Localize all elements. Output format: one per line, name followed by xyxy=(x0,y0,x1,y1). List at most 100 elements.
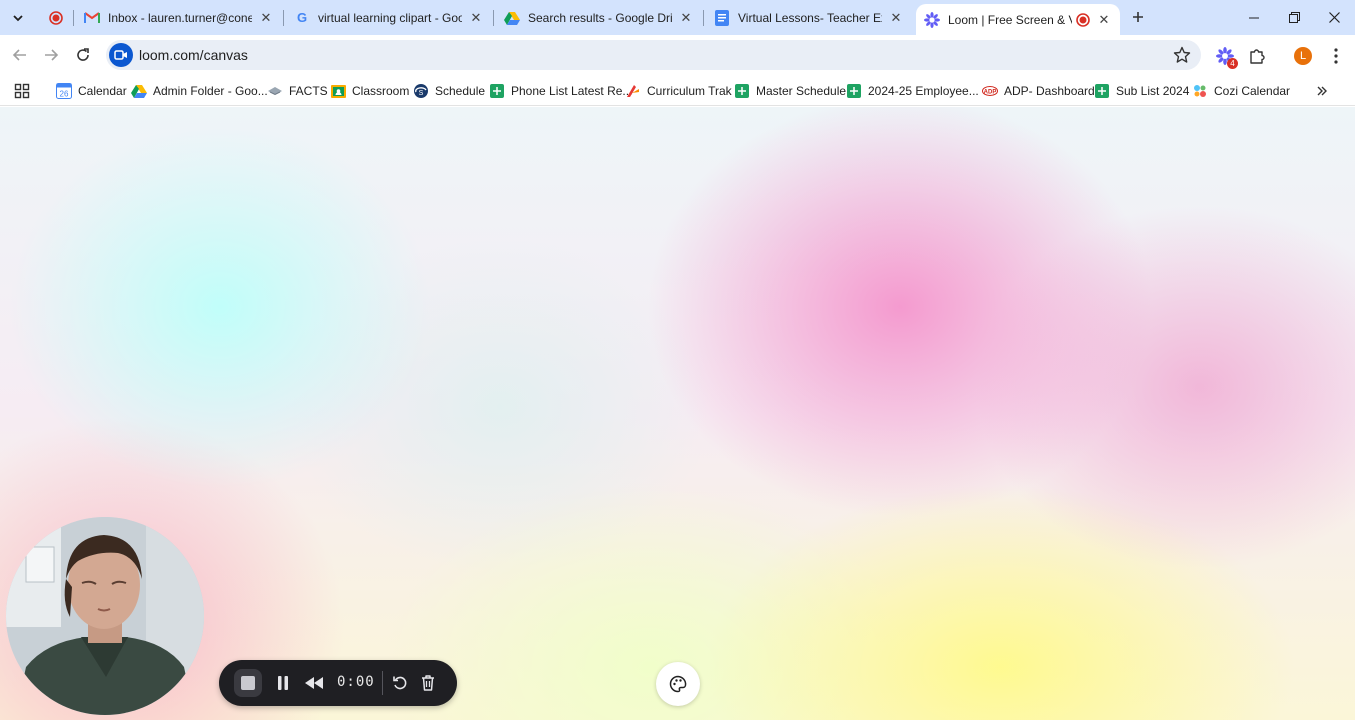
tab-google-drive[interactable]: Search results - Google Drive ✕ xyxy=(496,0,704,35)
site-info-button[interactable] xyxy=(109,43,133,67)
close-icon[interactable]: ✕ xyxy=(888,10,904,26)
bookmark-label: Sub List 2024 xyxy=(1116,84,1190,98)
pause-icon xyxy=(278,676,288,690)
close-icon xyxy=(1328,12,1340,23)
restart-button[interactable] xyxy=(386,669,414,697)
bookmark-curriculum-trak[interactable]: Curriculum Trak xyxy=(625,81,732,101)
forward-button[interactable] xyxy=(39,43,63,67)
bookmark-sub-list[interactable]: Sub List 2024 xyxy=(1094,81,1189,101)
tab-google-search[interactable]: G virtual learning clipart - Google ✕ xyxy=(286,0,494,35)
camera-bubble[interactable] xyxy=(6,517,204,715)
rewind-button[interactable] xyxy=(300,669,328,697)
sheets-icon xyxy=(489,83,505,99)
tab-search-button[interactable] xyxy=(7,7,29,29)
bookmark-employee-list[interactable]: 2024-25 Employee... xyxy=(846,81,979,101)
loom-extension-button[interactable]: 4 xyxy=(1213,44,1238,69)
recording-indicator-icon xyxy=(1076,12,1090,27)
bookmark-calendar[interactable]: 26 Calendar xyxy=(56,81,127,101)
plus-icon xyxy=(1133,12,1143,22)
reload-button[interactable] xyxy=(71,43,95,67)
rewind-icon xyxy=(305,677,323,689)
drive-icon xyxy=(131,83,147,99)
bookmark-label: Schedule xyxy=(435,84,486,98)
bookmark-label: Curriculum Trak xyxy=(647,84,732,98)
profile-button[interactable]: L xyxy=(1291,44,1315,68)
close-icon[interactable]: ✕ xyxy=(468,10,484,26)
close-window-button[interactable] xyxy=(1314,0,1354,35)
adp-icon: ADP xyxy=(982,83,998,99)
address-bar[interactable]: loom.com/canvas xyxy=(106,40,1201,70)
facts-icon xyxy=(267,83,283,99)
tab-title: Loom | Free Screen & Video xyxy=(948,12,1072,27)
delete-recording-button[interactable] xyxy=(414,669,442,697)
background-palette-button[interactable] xyxy=(656,662,700,706)
restore-button[interactable] xyxy=(1274,0,1314,35)
gmail-icon xyxy=(84,10,100,26)
minimize-button[interactable] xyxy=(1234,0,1274,35)
back-button[interactable] xyxy=(8,43,32,67)
svg-text:S: S xyxy=(419,90,424,97)
bookmark-schedule[interactable]: S Schedule xyxy=(413,81,485,101)
record-icon xyxy=(49,10,63,25)
bookmarks-bar: 26 Calendar Admin Folder - Goo... FACTS … xyxy=(0,76,1355,106)
tab-google-docs[interactable]: Virtual Lessons- Teacher Expectations ✕ xyxy=(706,0,914,35)
curriculum-icon xyxy=(625,83,641,99)
tab-title: Inbox - lauren.turner@conestoga xyxy=(108,10,252,25)
apps-button[interactable] xyxy=(14,81,30,101)
reload-icon xyxy=(77,48,89,61)
tab-gmail-inbox[interactable]: Inbox - lauren.turner@conestoga ✕ xyxy=(76,0,284,35)
bookmark-label: Cozi Calendar xyxy=(1214,84,1291,98)
bookmark-cozi-calendar[interactable]: Cozi Calendar xyxy=(1192,81,1290,101)
puzzle-icon xyxy=(1250,49,1265,64)
double-chevron-right-icon xyxy=(1317,86,1327,96)
bookmark-adp-dashboard[interactable]: ADP ADP- Dashboard xyxy=(982,81,1095,101)
webcam-person-image xyxy=(6,517,204,715)
recording-timer: 0:00 xyxy=(337,674,375,690)
docs-icon xyxy=(714,9,730,26)
tab-title: Search results - Google Drive xyxy=(528,10,672,25)
chrome-menu-button[interactable] xyxy=(1324,44,1348,68)
google-icon: G xyxy=(296,10,308,25)
tab-title: virtual learning clipart - Google xyxy=(318,10,462,25)
close-icon[interactable]: ✕ xyxy=(1096,12,1112,28)
calendar-icon: 26 xyxy=(56,83,72,99)
schedule-icon: S xyxy=(413,83,429,99)
bookmark-master-schedule[interactable]: Master Schedule xyxy=(734,81,846,101)
controls-divider xyxy=(382,671,383,695)
pause-button[interactable] xyxy=(269,669,297,697)
bookmark-label: 2024-25 Employee... xyxy=(868,84,979,98)
tab-title: Virtual Lessons- Teacher Expectations xyxy=(738,10,882,25)
chevron-down-icon xyxy=(13,15,23,22)
trash-icon xyxy=(422,675,434,691)
restart-icon xyxy=(393,676,407,690)
bookmark-admin-folder[interactable]: Admin Folder - Goo... xyxy=(131,81,268,101)
bookmark-label: Master Schedule xyxy=(756,84,847,98)
browser-toolbar: loom.com/canvas 4 L xyxy=(0,35,1355,76)
tab-strip: Inbox - lauren.turner@conestoga ✕ G virt… xyxy=(0,0,1355,35)
bookmark-label: Calendar xyxy=(78,84,127,98)
sheets-icon xyxy=(734,83,750,99)
arrow-right-icon xyxy=(45,49,59,61)
bookmark-label: ADP- Dashboard xyxy=(1004,84,1095,98)
new-tab-button[interactable] xyxy=(1128,7,1148,27)
close-icon[interactable]: ✕ xyxy=(678,10,694,26)
tab-pinned-recording[interactable] xyxy=(38,0,74,35)
extensions-button[interactable] xyxy=(1245,44,1269,68)
bookmark-star-icon[interactable] xyxy=(1173,46,1191,64)
close-icon[interactable]: ✕ xyxy=(258,10,274,26)
restore-icon xyxy=(1288,12,1300,23)
bookmark-facts[interactable]: FACTS xyxy=(267,81,328,101)
bookmark-phone-list[interactable]: Phone List Latest Re... xyxy=(489,81,632,101)
loom-icon xyxy=(924,11,940,28)
svg-text:ADP: ADP xyxy=(984,90,997,96)
tab-loom-active[interactable]: Loom | Free Screen & Video ✕ xyxy=(916,4,1120,35)
bookmark-classroom[interactable]: Classroom xyxy=(330,81,409,101)
cozi-icon xyxy=(1192,83,1208,99)
drive-icon xyxy=(504,10,520,26)
stop-recording-button[interactable] xyxy=(234,669,262,697)
more-bookmarks-button[interactable] xyxy=(1316,81,1328,101)
arrow-left-icon xyxy=(12,49,26,61)
recording-controls: 0:00 xyxy=(219,660,457,706)
stop-icon xyxy=(241,676,255,690)
bookmark-label: FACTS xyxy=(289,84,328,98)
